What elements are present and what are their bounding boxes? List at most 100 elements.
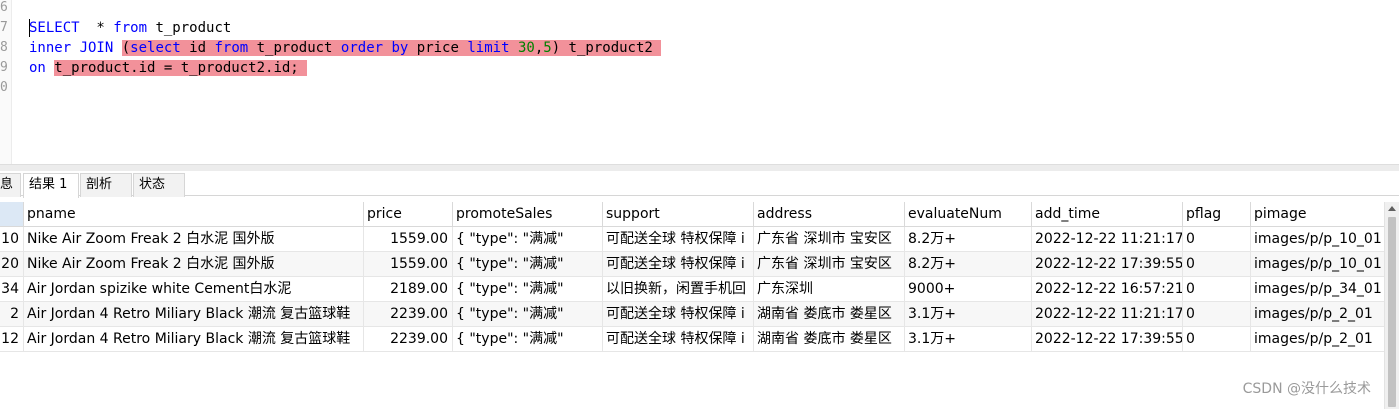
line-number-gutter: 6 7 8 9 0 <box>0 0 12 164</box>
code-token: 5 <box>543 40 552 56</box>
code-token: limit <box>467 40 510 56</box>
table-cell[interactable]: 2022-12-22 11:21:17 <box>1032 302 1183 327</box>
code-token: * <box>79 20 114 36</box>
table-cell[interactable]: images/p/p_2_01 <box>1251 302 1391 327</box>
result-tab-bar: 息 结果 1 剖析 状态 <box>0 171 1399 198</box>
line-number: 8 <box>0 40 8 55</box>
code-token: ( <box>121 40 131 56</box>
table-cell[interactable]: 0 <box>1183 252 1251 277</box>
table-cell[interactable]: 湖南省 娄底市 娄星区 <box>754 302 905 327</box>
line-number: 0 <box>0 80 8 95</box>
code-token <box>509 40 518 56</box>
line-number: 6 <box>0 0 8 15</box>
column-header-promoteSales[interactable]: promoteSales <box>453 202 603 227</box>
column-header-add_time[interactable]: add_time <box>1032 202 1183 227</box>
tab-status[interactable]: 状态 <box>133 173 185 197</box>
table-cell[interactable]: 可配送全球 特权保障 i <box>603 327 754 352</box>
row-id-cell[interactable]: 12 <box>0 327 24 352</box>
code-line[interactable]: SELECT * from t_product <box>29 18 231 38</box>
column-header-pflag[interactable]: pflag <box>1183 202 1251 227</box>
table-cell[interactable]: 9000+ <box>905 277 1032 302</box>
table-cell[interactable]: { "type": "满减" <box>453 227 603 252</box>
table-cell[interactable]: Air Jordan 4 Retro Miliary Black 潮流 复古篮球… <box>24 327 364 352</box>
table-cell[interactable]: 可配送全球 特权保障 i <box>603 252 754 277</box>
table-cell[interactable]: { "type": "满减" <box>453 277 603 302</box>
column-header-price[interactable]: price <box>364 202 453 227</box>
code-token: ) t_product2 <box>551 40 662 56</box>
table-cell[interactable]: { "type": "满减" <box>453 327 603 352</box>
table-cell[interactable]: images/p/p_2_01 <box>1251 327 1391 352</box>
code-token: order by <box>340 40 409 56</box>
column-header-support[interactable]: support <box>603 202 754 227</box>
line-number: 7 <box>0 20 8 35</box>
table-cell[interactable]: 1559.00 <box>364 227 453 252</box>
tab-label: 状态 <box>139 177 166 192</box>
table-cell[interactable]: images/p/p_10_01 <box>1251 252 1391 277</box>
table-cell[interactable]: 2022-12-22 17:39:55 <box>1032 327 1183 352</box>
code-token: inner JOIN <box>29 40 114 56</box>
row-id-cell[interactable]: 2 <box>0 302 24 327</box>
code-token: t_product <box>248 40 341 56</box>
table-cell[interactable]: 广东省 深圳市 宝安区 <box>754 227 905 252</box>
column-header-pimage[interactable]: pimage <box>1251 202 1391 227</box>
column-header-evaluateNum[interactable]: evaluateNum <box>905 202 1032 227</box>
vertical-scrollbar[interactable] <box>1384 202 1399 409</box>
row-header-corner <box>0 202 24 227</box>
table-cell[interactable]: 可配送全球 特权保障 i <box>603 227 754 252</box>
table-cell[interactable]: 2022-12-22 11:21:17 <box>1032 227 1183 252</box>
table-cell[interactable]: 2022-12-22 16:57:21 <box>1032 277 1183 302</box>
table-cell[interactable]: 3.1万+ <box>905 302 1032 327</box>
table-cell[interactable]: images/p/p_10_01 <box>1251 227 1391 252</box>
table-cell[interactable]: Air Jordan spizike white Cement白水泥 <box>24 277 364 302</box>
code-line[interactable]: inner JOIN (select id from t_product ord… <box>29 38 662 58</box>
tab-info[interactable]: 息 <box>0 173 21 197</box>
table-cell[interactable]: Nike Air Zoom Freak 2 白水泥 国外版 <box>24 227 364 252</box>
table-cell[interactable]: 可配送全球 特权保障 i <box>603 302 754 327</box>
code-token: on <box>29 60 46 76</box>
text-caret <box>29 19 30 37</box>
table-cell[interactable]: 2022-12-22 17:39:55 <box>1032 252 1183 277</box>
table-cell[interactable]: Nike Air Zoom Freak 2 白水泥 国外版 <box>24 252 364 277</box>
table-cell[interactable]: { "type": "满减" <box>453 252 603 277</box>
row-id-cell[interactable]: 34 <box>0 277 24 302</box>
code-line[interactable]: on t_product.id = t_product2.id; <box>29 58 308 78</box>
table-cell[interactable]: 2239.00 <box>364 327 453 352</box>
code-token: price <box>408 40 468 56</box>
scroll-up-arrow-icon[interactable] <box>1388 206 1396 211</box>
scrollbar-thumb[interactable] <box>1388 217 1396 407</box>
code-token: SELECT <box>29 20 80 36</box>
code-token: t_product <box>147 20 232 36</box>
table-cell[interactable]: 2189.00 <box>364 277 453 302</box>
column-header-address[interactable]: address <box>754 202 905 227</box>
tab-profile[interactable]: 剖析 <box>80 173 132 197</box>
table-cell[interactable]: 湖南省 娄底市 娄星区 <box>754 327 905 352</box>
table-cell[interactable]: 0 <box>1183 227 1251 252</box>
tab-label: 结果 1 <box>29 177 68 192</box>
sql-editor[interactable]: 6 7 8 9 0 SELECT * from t_product inner … <box>0 0 1399 164</box>
code-token: 30 <box>517 40 535 56</box>
table-cell[interactable]: 1559.00 <box>364 252 453 277</box>
table-cell[interactable]: 0 <box>1183 327 1251 352</box>
table-cell[interactable]: 8.2万+ <box>905 252 1032 277</box>
table-cell[interactable]: 广东深圳 <box>754 277 905 302</box>
table-cell[interactable]: images/p/p_34_01 <box>1251 277 1391 302</box>
column-header-pname[interactable]: pname <box>24 202 364 227</box>
table-cell[interactable]: 0 <box>1183 277 1251 302</box>
table-cell[interactable]: 8.2万+ <box>905 227 1032 252</box>
code-token: id <box>180 40 215 56</box>
result-grid[interactable]: pname price promoteSales support address eval… <box>0 202 1391 352</box>
table-cell[interactable]: 0 <box>1183 302 1251 327</box>
table-cell[interactable]: Air Jordan 4 Retro Miliary Black 潮流 复古篮球… <box>24 302 364 327</box>
pane-splitter[interactable] <box>0 164 1399 171</box>
table-cell[interactable]: 3.1万+ <box>905 327 1032 352</box>
tab-result-1[interactable]: 结果 1 <box>23 173 79 198</box>
table-cell[interactable]: { "type": "满减" <box>453 302 603 327</box>
table-cell[interactable]: 广东省 深圳市 宝安区 <box>754 252 905 277</box>
code-token: from <box>214 40 249 56</box>
row-id-cell[interactable]: 20 <box>0 252 24 277</box>
tab-label: 剖析 <box>86 177 113 192</box>
table-cell[interactable]: 以旧换新，闲置手机回 <box>603 277 754 302</box>
table-cell[interactable]: 2239.00 <box>364 302 453 327</box>
row-id-cell[interactable]: 10 <box>0 227 24 252</box>
